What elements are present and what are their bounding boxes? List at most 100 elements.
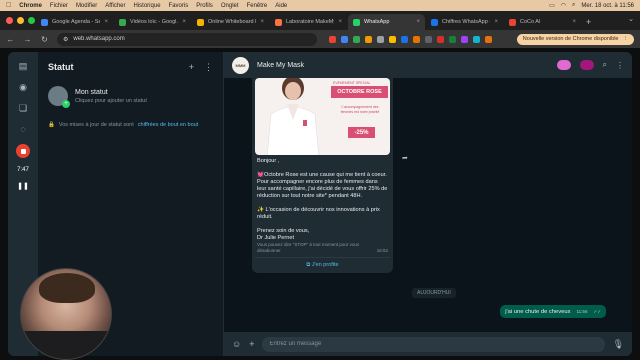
new-tab-button[interactable]: + xyxy=(586,14,591,30)
extension-icon[interactable] xyxy=(485,35,492,43)
cta-button[interactable]: ⧉ J'en profite xyxy=(255,257,390,269)
menu-afficher[interactable]: Afficher xyxy=(105,3,125,9)
menu-onglet[interactable]: Onglet xyxy=(221,3,239,9)
extension-icon[interactable] xyxy=(425,35,432,43)
tab-title: Chiffres WhatsApp -... xyxy=(442,19,491,25)
stop-icon xyxy=(20,148,26,154)
site-info-icon[interactable]: ⚙ xyxy=(63,36,68,43)
attach-plus-icon[interactable]: + xyxy=(249,339,254,349)
wifi-icon[interactable]: ◠ xyxy=(561,2,566,9)
status-title: Statut xyxy=(48,62,74,72)
my-status-row[interactable]: + Mon statut Cliquez pour ajouter un sta… xyxy=(38,82,223,110)
channels-icon[interactable]: ❏ xyxy=(17,102,29,114)
close-tab-icon[interactable]: × xyxy=(572,19,576,25)
recording-timer: 7:47 xyxy=(17,167,29,173)
tab-favicon xyxy=(119,18,126,26)
zoom-window-button[interactable] xyxy=(28,17,35,24)
tab-whatsapp[interactable]: WhatsApp × xyxy=(348,14,425,30)
tab-search-chevron-icon[interactable]: ⌄ xyxy=(628,15,634,23)
tab-favicon xyxy=(41,18,48,26)
extension-icon[interactable] xyxy=(401,35,408,43)
rec-extension-icon[interactable] xyxy=(579,60,594,70)
menu-datetime[interactable]: Mer. 18 oct. à 11:56 xyxy=(581,3,634,9)
chat-header[interactable]: MMM Make My Mask ⌕ ⋮ xyxy=(224,52,632,78)
tab-whiteboard[interactable]: Online Whiteboard l... × xyxy=(192,14,269,30)
menu-aide[interactable]: Aide xyxy=(275,3,287,9)
message-input[interactable] xyxy=(262,336,605,352)
extension-icon[interactable] xyxy=(473,35,480,43)
add-status-icon[interactable]: + xyxy=(189,62,194,72)
tab-chiffres-whatsapp[interactable]: Chiffres WhatsApp -... × xyxy=(426,14,503,30)
stop-recording-button[interactable] xyxy=(16,144,30,158)
back-arrow-icon[interactable]: ← xyxy=(6,35,15,44)
webcam-shirt xyxy=(21,331,111,359)
close-tab-icon[interactable]: × xyxy=(182,19,186,25)
cta-label: J'en profite xyxy=(311,262,339,268)
browser-tab-bar: Google Agenda - Se... × Vidéos loïc - Go… xyxy=(0,11,640,30)
extension-icon[interactable] xyxy=(437,35,444,43)
extension-icon[interactable] xyxy=(377,35,384,43)
tab-favicon xyxy=(275,18,282,26)
status-icon[interactable]: ◉ xyxy=(17,81,29,93)
outgoing-message[interactable]: j'ai une chute de cheveux 11:56 ✓✓ xyxy=(500,305,606,318)
search-icon[interactable]: ⌕ xyxy=(572,2,575,9)
incoming-message[interactable]: EVENEMENT SPECIAL OCTOBRE ROSE L'accompa… xyxy=(252,78,393,273)
minimize-window-button[interactable] xyxy=(17,17,24,24)
extension-icon[interactable] xyxy=(449,35,456,43)
promo-discount: -25% xyxy=(348,127,375,138)
address-url: web.whatsapp.com xyxy=(73,36,125,42)
pause-recording-icon[interactable]: ❚❚ xyxy=(17,182,29,190)
extension-icon[interactable] xyxy=(413,35,420,43)
close-tab-icon[interactable]: × xyxy=(338,19,342,25)
close-tab-icon[interactable]: × xyxy=(260,19,264,25)
extension-icon[interactable] xyxy=(389,35,396,43)
encryption-link[interactable]: chiffrées de bout en bout xyxy=(138,122,198,128)
menu-profils[interactable]: Profils xyxy=(196,3,213,9)
microphone-icon[interactable]: 🎙 xyxy=(613,339,624,350)
emoji-icon[interactable]: ☺ xyxy=(232,339,241,349)
tab-title: Laboratoire MakeMy... xyxy=(286,19,334,25)
message-body: Bonjour , 💓Octobre Rose est une cause qu… xyxy=(255,155,390,242)
forward-icon[interactable]: ➦ xyxy=(402,154,408,162)
menu-fenetre[interactable]: Fenêtre xyxy=(247,3,268,9)
contact-avatar[interactable]: MMM xyxy=(232,56,249,74)
tab-laboratoire[interactable]: Laboratoire MakeMy... × xyxy=(270,14,347,30)
webcam-overlay xyxy=(20,268,112,360)
chats-icon[interactable]: ▤ xyxy=(17,60,29,72)
message-composer: ☺ + 🎙 xyxy=(224,332,632,356)
tab-videos[interactable]: Vidéos loïc - Googl... × xyxy=(114,14,191,30)
apple-icon[interactable]:  xyxy=(6,2,11,9)
close-tab-icon[interactable]: × xyxy=(416,19,420,25)
extension-icon[interactable] xyxy=(461,35,468,43)
chrome-update-button[interactable]: Nouvelle version de Chrome disponible ⋮ xyxy=(516,33,634,45)
promo-image[interactable]: EVENEMENT SPECIAL OCTOBRE ROSE L'accompa… xyxy=(255,78,390,155)
menu-app[interactable]: Chrome xyxy=(19,3,42,9)
tab-favicon xyxy=(509,18,516,26)
extension-icon[interactable] xyxy=(329,35,336,43)
tab-google-agenda[interactable]: Google Agenda - Se... × xyxy=(36,14,113,30)
promo-banner: OCTOBRE ROSE xyxy=(331,86,388,98)
tab-coco-ai[interactable]: CoCo AI × xyxy=(504,14,581,30)
address-bar[interactable]: ⚙ web.whatsapp.com xyxy=(57,32,317,46)
extension-icon[interactable] xyxy=(365,35,372,43)
menu-modifier[interactable]: Modifier xyxy=(76,3,97,9)
reload-icon[interactable]: ↻ xyxy=(40,35,49,44)
contact-name[interactable]: Make My Mask xyxy=(257,62,549,69)
menu-fichier[interactable]: Fichier xyxy=(50,3,68,9)
forward-arrow-icon[interactable]: → xyxy=(23,35,32,44)
close-window-button[interactable] xyxy=(6,17,13,24)
battery-icon[interactable]: ▭ xyxy=(549,2,555,9)
close-tab-icon[interactable]: × xyxy=(104,19,108,25)
menu-historique[interactable]: Historique xyxy=(134,3,161,9)
communities-icon[interactable]: ◌ xyxy=(17,123,29,135)
extension-icon[interactable] xyxy=(353,35,360,43)
status-menu-icon[interactable]: ⋮ xyxy=(204,62,213,73)
extension-icon[interactable] xyxy=(341,35,348,43)
pink-extension-icon[interactable] xyxy=(556,60,571,70)
tab-title: Online Whiteboard l... xyxy=(208,19,257,25)
chat-menu-icon[interactable]: ⋮ xyxy=(616,61,624,70)
lock-icon: 🔒 xyxy=(48,122,55,128)
menu-favoris[interactable]: Favoris xyxy=(169,3,189,9)
search-icon[interactable]: ⌕ xyxy=(603,60,607,70)
close-tab-icon[interactable]: × xyxy=(494,19,498,25)
